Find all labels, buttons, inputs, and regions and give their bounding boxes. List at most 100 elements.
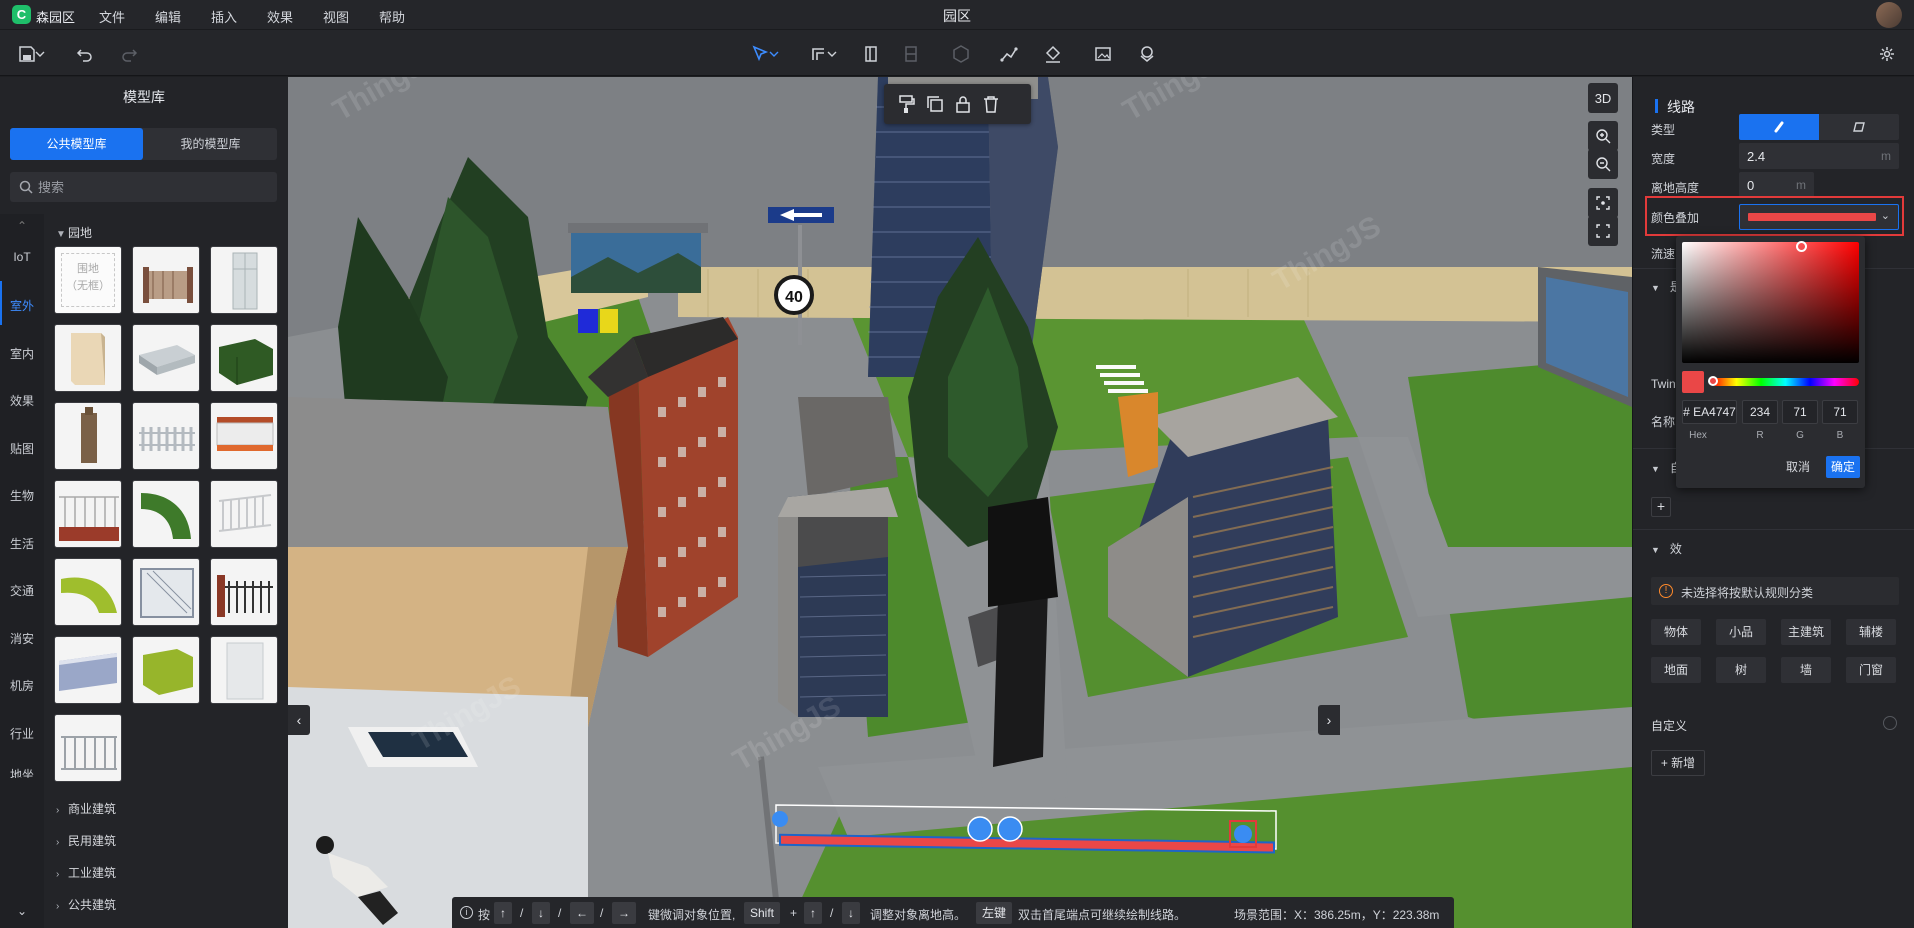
color-overlay-select[interactable]: ⌄: [1739, 204, 1899, 230]
color-cursor[interactable]: [1796, 241, 1807, 252]
model-tile-white-fence[interactable]: [132, 402, 200, 470]
type-line-option[interactable]: [1739, 114, 1819, 140]
category-texture[interactable]: 贴图: [0, 440, 44, 457]
focus-icon[interactable]: [1588, 188, 1618, 218]
b-input[interactable]: 71: [1822, 400, 1858, 424]
section-industrial[interactable]: › 工业建筑: [56, 864, 116, 881]
model-tile-glass-panel[interactable]: [210, 246, 278, 314]
chevron-down-icon[interactable]: [768, 43, 780, 65]
section-residential[interactable]: › 民用建筑: [56, 832, 116, 849]
tab-my-library[interactable]: 我的模型库: [144, 128, 277, 160]
add-icon[interactable]: +: [1651, 497, 1671, 517]
section-toggle[interactable]: ▼ 效: [1651, 540, 1682, 557]
menu-file[interactable]: 文件: [99, 7, 125, 26]
model-tile-hedge[interactable]: [210, 324, 278, 392]
image-icon[interactable]: [1092, 43, 1114, 65]
g-input[interactable]: 71: [1782, 400, 1818, 424]
category-creature[interactable]: 生物: [0, 487, 44, 504]
door-icon[interactable]: [860, 43, 882, 65]
model-tile-white-board[interactable]: [210, 636, 278, 704]
model-tile-curved-hedge[interactable]: [132, 480, 200, 548]
model-tile-white-railing[interactable]: [210, 480, 278, 548]
menu-insert[interactable]: 插入: [211, 7, 237, 26]
category-fire-safety[interactable]: 消安: [0, 630, 44, 647]
menu-edit[interactable]: 编辑: [155, 7, 181, 26]
redo-icon[interactable]: [118, 43, 140, 65]
category-effect[interactable]: 效果: [0, 392, 44, 409]
category-indoor[interactable]: 室内: [0, 345, 44, 362]
confirm-button[interactable]: 确定: [1826, 456, 1860, 478]
category-machine-room[interactable]: 机房: [0, 677, 44, 694]
width-input[interactable]: 2.4 m: [1739, 143, 1899, 169]
delete-icon[interactable]: [980, 93, 1002, 115]
wall-icon[interactable]: [900, 43, 922, 65]
menu-effect[interactable]: 效果: [267, 7, 293, 26]
section-yuandi[interactable]: ▼ 园地: [56, 224, 92, 241]
model-tile-enclosure[interactable]: 围地 （无框）: [54, 246, 122, 314]
format-painter-icon[interactable]: [896, 93, 918, 115]
category-industry[interactable]: 行业: [0, 725, 44, 742]
layers-icon[interactable]: [1136, 43, 1158, 65]
model-tile-barrier[interactable]: [210, 402, 278, 470]
category-iot[interactable]: IoT: [0, 250, 44, 264]
copy-icon[interactable]: [924, 93, 946, 115]
tag-wall[interactable]: 墙: [1781, 657, 1831, 683]
lock-icon[interactable]: [952, 93, 974, 115]
model-tile-brick-fence[interactable]: [132, 246, 200, 314]
hue-slider[interactable]: [1712, 378, 1859, 386]
model-tile-railing[interactable]: [54, 714, 122, 782]
tag-door-window[interactable]: 门窗: [1846, 657, 1896, 683]
scroll-up-icon[interactable]: ⌃: [0, 219, 44, 233]
model-tile-rail-fence[interactable]: [54, 480, 122, 548]
section-commercial[interactable]: › 商业建筑: [56, 800, 116, 817]
category-life[interactable]: 生活: [0, 535, 44, 552]
zoom-in-icon[interactable]: [1588, 121, 1618, 151]
model-tile-cream-wall[interactable]: [54, 324, 122, 392]
menu-view[interactable]: 视图: [323, 7, 349, 26]
type-plane-option[interactable]: [1819, 114, 1899, 140]
tag-ground[interactable]: 地面: [1651, 657, 1701, 683]
user-avatar[interactable]: [1876, 2, 1902, 28]
category-traffic[interactable]: 交通: [0, 582, 44, 599]
app-name[interactable]: 森园区: [36, 7, 75, 26]
model-tile-wood-post[interactable]: [54, 402, 122, 470]
saturation-value-area[interactable]: [1682, 242, 1859, 363]
collapse-left-icon[interactable]: ‹: [288, 705, 310, 735]
chevron-down-icon[interactable]: [34, 43, 46, 65]
model-tile-iron-gate[interactable]: [132, 558, 200, 626]
cancel-button[interactable]: 取消: [1780, 456, 1816, 478]
chevron-down-icon[interactable]: [826, 43, 838, 65]
category-partial[interactable]: 地坐: [0, 766, 44, 778]
model-tile-shrub-box[interactable]: [132, 636, 200, 704]
fullscreen-icon[interactable]: [1588, 216, 1618, 246]
model-tile-concrete-block[interactable]: [132, 324, 200, 392]
category-outdoor[interactable]: 室外: [0, 281, 44, 325]
model-tile-curved-shrub[interactable]: [54, 558, 122, 626]
3d-viewport[interactable]: 40 ThingJS ThingJS ThingJS ThingJS Thing…: [288, 77, 1632, 928]
hue-slider-knob[interactable]: [1708, 376, 1718, 386]
hex-input[interactable]: # EA4747: [1682, 400, 1737, 424]
r-input[interactable]: 234: [1742, 400, 1778, 424]
search-input[interactable]: [38, 172, 268, 202]
tag-sketch[interactable]: 小品: [1716, 619, 1766, 645]
add-button[interactable]: + 新增: [1651, 750, 1705, 776]
height-input[interactable]: 0m: [1739, 172, 1814, 198]
gear-icon[interactable]: [1883, 716, 1897, 730]
paint-bucket-icon[interactable]: [1042, 43, 1064, 65]
tag-annex[interactable]: 辅楼: [1846, 619, 1896, 645]
zoom-out-icon[interactable]: [1588, 149, 1618, 179]
tag-object[interactable]: 物体: [1651, 619, 1701, 645]
tab-public-library[interactable]: 公共模型库: [10, 128, 143, 160]
cube-icon[interactable]: [950, 43, 972, 65]
tag-tree[interactable]: 树: [1716, 657, 1766, 683]
section-public[interactable]: › 公共建筑: [56, 896, 116, 913]
view-3d-button[interactable]: 3D: [1588, 83, 1618, 113]
menu-help[interactable]: 帮助: [379, 7, 405, 26]
collapse-right-icon[interactable]: ›: [1318, 705, 1340, 735]
path-icon[interactable]: [998, 43, 1020, 65]
tag-main-building[interactable]: 主建筑: [1781, 619, 1831, 645]
undo-icon[interactable]: [74, 43, 96, 65]
model-tile-blue-wall[interactable]: [54, 636, 122, 704]
model-tile-dark-fence[interactable]: [210, 558, 278, 626]
scroll-down-icon[interactable]: ⌄: [0, 904, 44, 918]
